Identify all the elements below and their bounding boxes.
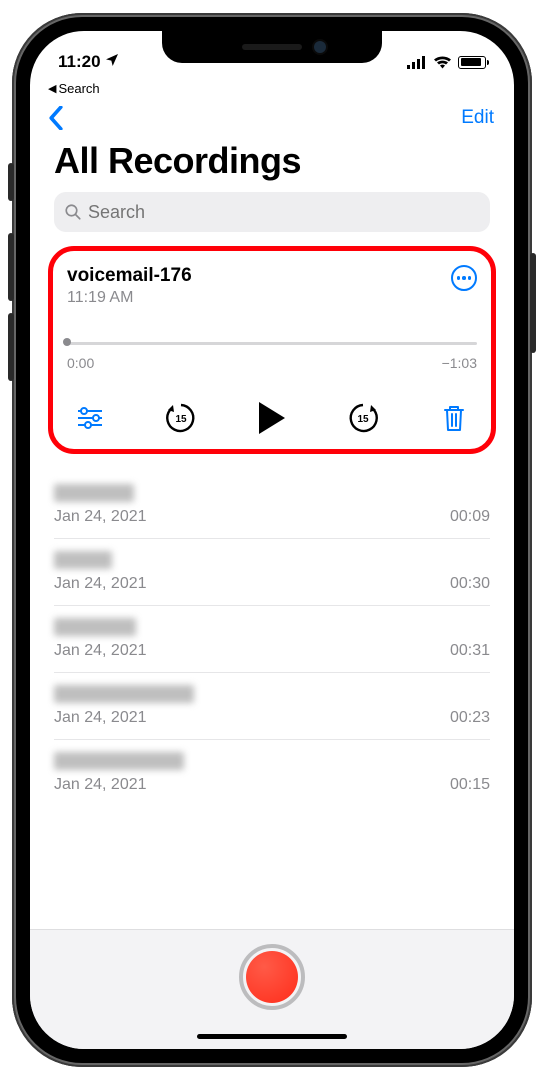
elapsed-time: 0:00 bbox=[67, 355, 94, 371]
location-arrow-icon bbox=[104, 52, 120, 73]
recording-item-date: Jan 24, 2021 bbox=[54, 776, 147, 794]
bottom-toolbar bbox=[30, 929, 514, 1049]
battery-icon bbox=[458, 56, 486, 69]
chevron-left-icon bbox=[48, 106, 64, 130]
record-icon bbox=[246, 951, 298, 1003]
playback-options-button[interactable] bbox=[67, 407, 113, 429]
breadcrumb-back-icon: ◀ bbox=[48, 82, 56, 95]
recording-item-duration: 00:30 bbox=[450, 575, 490, 593]
recording-item-date: Jan 24, 2021 bbox=[54, 508, 147, 526]
delete-button[interactable] bbox=[431, 404, 477, 432]
page-title: All Recordings bbox=[30, 140, 514, 192]
recording-item-title-redacted bbox=[54, 484, 134, 502]
play-button[interactable] bbox=[249, 402, 295, 434]
recording-item-duration: 00:15 bbox=[450, 776, 490, 794]
svg-text:15: 15 bbox=[175, 414, 187, 425]
recording-item-duration: 00:09 bbox=[450, 508, 490, 526]
record-button[interactable] bbox=[239, 944, 305, 1010]
scrubber-track bbox=[67, 342, 477, 345]
sliders-icon bbox=[77, 407, 103, 429]
breadcrumb-label: Search bbox=[58, 81, 99, 96]
recording-item-title-redacted bbox=[54, 618, 136, 636]
skip-back-15-icon: 15 bbox=[164, 401, 198, 435]
recordings-list: Jan 24, 2021 00:09 Jan 24, 2021 00:30 Ja… bbox=[30, 460, 514, 929]
recording-title: voicemail-176 bbox=[67, 265, 192, 287]
more-options-button[interactable] bbox=[451, 265, 477, 291]
selected-recording-card[interactable]: voicemail-176 11:19 AM 0:00 −1:03 bbox=[48, 246, 496, 454]
recording-list-item[interactable]: Jan 24, 2021 00:09 bbox=[54, 472, 490, 539]
skip-forward-15-icon: 15 bbox=[346, 401, 380, 435]
breadcrumb-back[interactable]: ◀ Search bbox=[30, 79, 514, 96]
recording-list-item[interactable]: Jan 24, 2021 00:23 bbox=[54, 673, 490, 740]
trash-icon bbox=[442, 404, 466, 432]
remaining-time: −1:03 bbox=[442, 355, 477, 371]
skip-back-15-button[interactable]: 15 bbox=[158, 401, 204, 435]
skip-forward-15-button[interactable]: 15 bbox=[340, 401, 386, 435]
search-field[interactable] bbox=[54, 192, 490, 232]
recording-item-duration: 00:31 bbox=[450, 642, 490, 660]
recording-item-title-redacted bbox=[54, 752, 184, 770]
search-icon bbox=[64, 203, 82, 221]
recording-item-duration: 00:23 bbox=[450, 709, 490, 727]
svg-text:15: 15 bbox=[357, 414, 369, 425]
back-button[interactable] bbox=[40, 106, 72, 130]
device-notch bbox=[162, 31, 382, 63]
recording-item-date: Jan 24, 2021 bbox=[54, 575, 147, 593]
recording-timestamp: 11:19 AM bbox=[67, 289, 192, 307]
recording-list-item[interactable]: Jan 24, 2021 00:15 bbox=[54, 740, 490, 806]
recording-item-title-redacted bbox=[54, 551, 112, 569]
search-input[interactable] bbox=[88, 202, 480, 223]
playback-scrubber[interactable] bbox=[67, 335, 477, 349]
scrubber-thumb[interactable] bbox=[63, 338, 71, 346]
home-indicator[interactable] bbox=[197, 1034, 347, 1039]
recording-list-item[interactable]: Jan 24, 2021 00:31 bbox=[54, 606, 490, 673]
recording-list-item[interactable]: Jan 24, 2021 00:30 bbox=[54, 539, 490, 606]
cellular-signal-icon bbox=[407, 56, 427, 69]
recording-item-date: Jan 24, 2021 bbox=[54, 642, 147, 660]
play-icon bbox=[259, 402, 285, 434]
more-icon bbox=[457, 276, 461, 280]
recording-item-date: Jan 24, 2021 bbox=[54, 709, 147, 727]
recording-item-title-redacted bbox=[54, 685, 194, 703]
edit-button[interactable]: Edit bbox=[461, 107, 494, 129]
status-time: 11:20 bbox=[58, 52, 101, 72]
wifi-icon bbox=[433, 55, 452, 69]
